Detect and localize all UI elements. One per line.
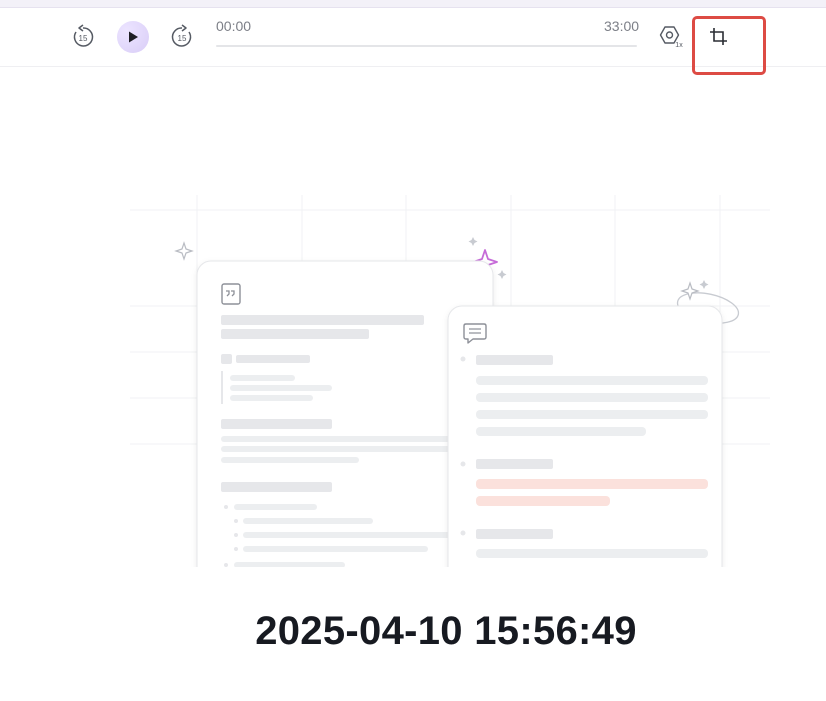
duration-time: 33:00: [604, 18, 640, 34]
sparkle-icon: [174, 241, 194, 261]
svg-text:15: 15: [178, 34, 187, 43]
top-border: [0, 0, 826, 8]
playback-speed-button[interactable]: 1x: [657, 23, 685, 51]
playback-speed-icon: 1x: [659, 26, 683, 49]
rewind-15-icon: 15: [73, 24, 94, 47]
play-button[interactable]: [117, 21, 149, 53]
current-time: 00:00: [216, 18, 252, 34]
play-icon: [129, 31, 138, 43]
forward-15-icon: 15: [171, 24, 192, 47]
timestamp: 2025-04-10 15:56:49: [255, 609, 637, 653]
svg-text:1x: 1x: [675, 42, 683, 49]
svg-text:15: 15: [79, 34, 88, 43]
annotation-highlight-box: [692, 16, 766, 75]
forward-15-button[interactable]: 15: [169, 24, 195, 50]
empty-state-illustration: [130, 195, 770, 567]
illustration-graphic: [130, 195, 770, 567]
rewind-15-button[interactable]: 15: [70, 24, 96, 50]
progress-bar[interactable]: [216, 45, 637, 47]
